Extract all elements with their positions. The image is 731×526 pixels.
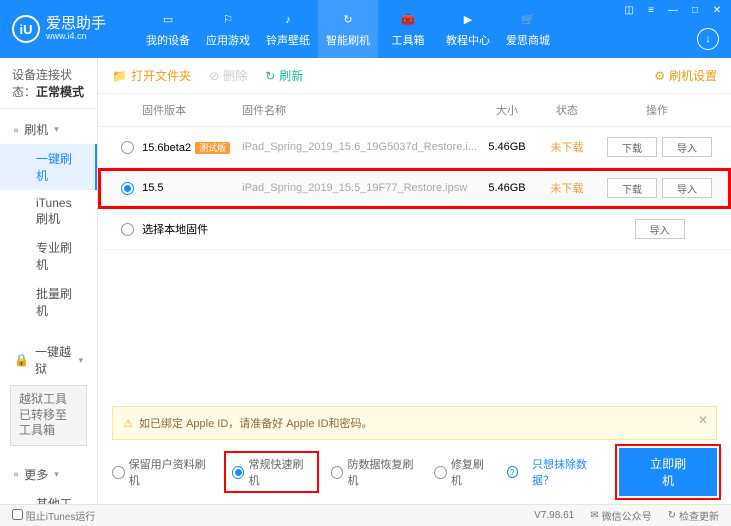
- nav-store[interactable]: 🛒爱思商城: [498, 0, 558, 58]
- wechat-link[interactable]: ✉微信公众号: [590, 508, 651, 523]
- refresh-icon: ↻: [265, 69, 275, 83]
- nav-toolbox[interactable]: 🧰工具箱: [378, 0, 438, 58]
- brand-name: 爱思助手: [46, 16, 106, 33]
- radio-button[interactable]: [121, 223, 134, 236]
- maximize-icon[interactable]: □: [687, 4, 703, 16]
- more-icon: ▫: [14, 467, 18, 481]
- device-icon: ▭: [159, 11, 177, 29]
- close-alert-icon[interactable]: ✕: [698, 413, 708, 427]
- chevron-down-icon: ▾: [54, 469, 59, 480]
- check-update-link[interactable]: ↻检查更新: [668, 508, 719, 523]
- flash-icon: ↻: [339, 11, 357, 29]
- refresh-button[interactable]: ↻刷新: [265, 67, 303, 84]
- chevron-down-icon: ▾: [54, 124, 59, 135]
- minimize-icon[interactable]: —: [665, 4, 681, 16]
- firmware-row[interactable]: 15.6beta2测试版 iPad_Spring_2019_15.6_19G50…: [98, 127, 731, 168]
- sidebar-jailbreak-head[interactable]: 🔒一键越狱▾: [0, 337, 97, 383]
- nav-my-device[interactable]: ▭我的设备: [138, 0, 198, 58]
- logo: iU 爱思助手 www.i4.cn: [0, 0, 118, 58]
- download-button[interactable]: 下载: [607, 137, 657, 157]
- connection-status: 设备连接状态：正常模式: [0, 58, 97, 109]
- wechat-icon: ✉: [590, 510, 598, 521]
- logo-icon: iU: [12, 15, 40, 43]
- brand-url: www.i4.cn: [46, 32, 106, 42]
- radio-button[interactable]: [121, 141, 134, 154]
- local-firmware-row[interactable]: 选择本地固件 导入: [98, 209, 731, 250]
- download-button[interactable]: 下载: [607, 178, 657, 198]
- play-icon: ▶: [459, 11, 477, 29]
- sidebar-batch-flash[interactable]: 批量刷机: [0, 279, 97, 325]
- import-button[interactable]: 导入: [662, 178, 712, 198]
- box-icon: ▫: [14, 123, 18, 137]
- import-button[interactable]: 导入: [662, 137, 712, 157]
- import-button[interactable]: 导入: [635, 219, 685, 239]
- warning-icon: ⚠: [123, 417, 133, 430]
- sidebar-oneclick-flash[interactable]: 一键刷机: [0, 144, 97, 190]
- nav-apps[interactable]: ⚐应用游戏: [198, 0, 258, 58]
- gear-icon: ⚙: [654, 69, 665, 83]
- toolbox-icon: 🧰: [399, 11, 417, 29]
- firmware-row[interactable]: 15.5 iPad_Spring_2019_15.5_19F77_Restore…: [98, 168, 731, 209]
- beta-tag: 测试版: [195, 142, 230, 154]
- sidebar-pro-flash[interactable]: 专业刷机: [0, 233, 97, 279]
- sidebar-more-head[interactable]: ▫更多▾: [0, 460, 97, 489]
- flash-now-button[interactable]: 立即刷机: [619, 448, 717, 496]
- sidebar-itunes-flash[interactable]: iTunes刷机: [0, 190, 97, 233]
- menu-icon[interactable]: ≡: [643, 4, 659, 16]
- sidebar-other-tools[interactable]: 其他工具: [0, 489, 97, 504]
- jailbreak-notice: 越狱工具已转移至工具箱: [10, 385, 87, 446]
- open-folder-button[interactable]: 📁打开文件夹: [112, 67, 191, 84]
- nav-ringtones[interactable]: ♪铃声壁纸: [258, 0, 318, 58]
- sidebar-flash-head[interactable]: ▫刷机▾: [0, 115, 97, 144]
- table-header: 固件版本 固件名称 大小 状态 操作: [98, 94, 731, 127]
- delete-icon: ⊘: [209, 69, 219, 83]
- skin-icon[interactable]: ◫: [621, 4, 637, 16]
- nav-tutorials[interactable]: ▶教程中心: [438, 0, 498, 58]
- nav-flash[interactable]: ↻智能刷机: [318, 0, 378, 58]
- version-label: V7.98.61: [534, 510, 574, 521]
- mode-repair[interactable]: 修复刷机: [434, 456, 492, 488]
- update-icon: ↻: [668, 510, 676, 521]
- music-icon: ♪: [279, 11, 297, 29]
- delete-button[interactable]: ⊘删除: [209, 67, 247, 84]
- mode-anti-recovery[interactable]: 防数据恢复刷机: [331, 456, 420, 488]
- block-itunes-checkbox[interactable]: 阻止iTunes运行: [12, 508, 95, 523]
- apps-icon: ⚐: [219, 11, 237, 29]
- apple-id-alert: ⚠ 如已绑定 Apple ID，请准备好 Apple ID和密码。 ✕: [112, 406, 717, 440]
- folder-icon: 📁: [112, 69, 127, 83]
- radio-button[interactable]: [121, 182, 134, 195]
- lock-icon: 🔒: [14, 353, 29, 367]
- flash-settings-button[interactable]: ⚙刷机设置: [654, 67, 717, 84]
- erase-only-link[interactable]: 只想抹除数据？: [532, 456, 605, 488]
- mode-quick-flash[interactable]: 常规快速刷机: [226, 453, 317, 491]
- close-icon[interactable]: ✕: [709, 4, 725, 16]
- download-center-icon[interactable]: ↓: [697, 28, 719, 50]
- chevron-down-icon: ▾: [79, 355, 84, 366]
- cart-icon: 🛒: [519, 11, 537, 29]
- info-icon[interactable]: ?: [507, 466, 519, 478]
- mode-keep-data[interactable]: 保留用户资料刷机: [112, 456, 212, 488]
